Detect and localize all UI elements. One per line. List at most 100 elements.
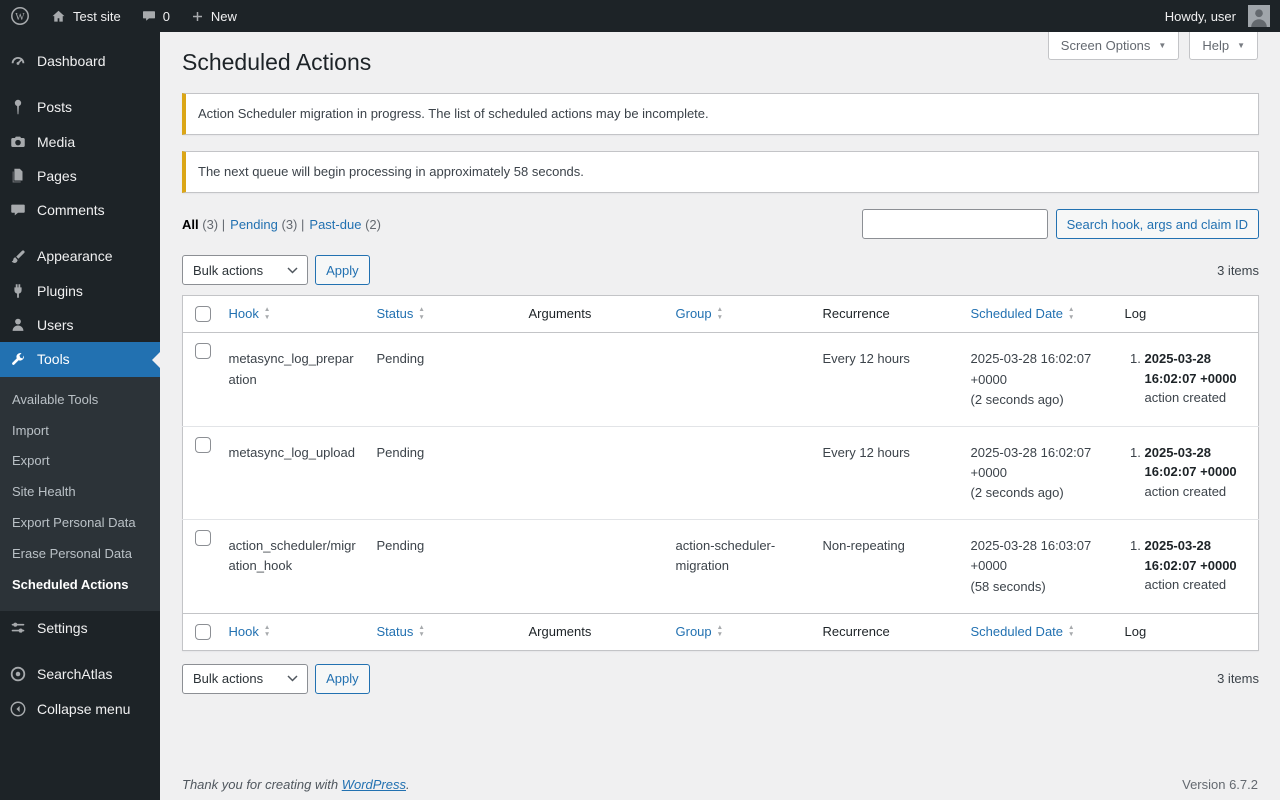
sort-scheduled-date-link[interactable]: Scheduled Date ▲ ▼ [971, 623, 1075, 641]
filter-past-due-link[interactable]: Past-due [309, 217, 361, 232]
row-check-cell [183, 426, 219, 519]
submenu-item-scheduled-actions[interactable]: Scheduled Actions [0, 570, 160, 601]
sidebar-item-media[interactable]: Media [0, 125, 160, 159]
document-icon [8, 166, 28, 186]
row-checkbox[interactable] [195, 343, 211, 360]
svg-text:W: W [15, 12, 25, 23]
sidebar-item-label: Plugins [37, 282, 83, 299]
sidebar-item-users[interactable]: Users [0, 308, 160, 342]
queue-notice-text: The next queue will begin processing in … [198, 164, 584, 180]
recurrence-cell: Non-repeating [822, 538, 905, 554]
my-account-menu[interactable]: Howdy, user [1155, 0, 1280, 32]
sidebar-item-pages[interactable]: Pages [0, 159, 160, 193]
bulk-actions-selected-value: Bulk actions [193, 262, 264, 278]
sidebar-item-searchatlas[interactable]: SearchAtlas [0, 657, 160, 691]
sort-indicator-icon: ▲ ▼ [263, 623, 271, 639]
scheduled-date: 2025-03-28 16:03:07 +0000 [970, 538, 1092, 574]
filter-pending: Pending (3) | [230, 217, 304, 232]
comment-bubble-icon [141, 8, 157, 24]
filter-all-link[interactable]: All [182, 217, 199, 232]
howdy-label: Howdy, user [1164, 8, 1236, 24]
sidebar-item-comments[interactable]: Comments [0, 193, 160, 227]
submenu-item-export[interactable]: Export [0, 446, 160, 477]
column-header-recurrence: Recurrence [812, 612, 961, 651]
submenu-item-erase-personal-data[interactable]: Erase Personal Data [0, 539, 160, 570]
sort-hook-link[interactable]: Hook ▲ ▼ [229, 305, 271, 323]
search-input[interactable] [861, 209, 1048, 240]
column-header-arguments: Arguments [518, 612, 666, 651]
filter-all: All (3) | [182, 217, 225, 232]
search-box: Search hook, args and claim ID [861, 209, 1259, 240]
filter-past-due: Past-due (2) [309, 217, 381, 232]
sliders-icon [8, 618, 28, 638]
sidebar-item-label: Tools [37, 351, 70, 368]
main-content: Screen Options ▼ Help ▼ Scheduled Action… [160, 0, 1280, 800]
wordpress-link[interactable]: WordPress [342, 777, 406, 792]
migration-notice-text: Action Scheduler migration in progress. … [198, 105, 709, 121]
sidebar-item-posts[interactable]: Posts [0, 90, 160, 124]
sidebar-item-appearance[interactable]: Appearance [0, 239, 160, 273]
collapse-menu-button[interactable]: Collapse menu [0, 692, 160, 726]
sort-indicator-icon: ▲ ▼ [418, 306, 425, 321]
row-check-cell [183, 520, 219, 613]
chevron-down-icon [287, 267, 298, 274]
select-all-checkbox[interactable] [195, 623, 211, 640]
row-checkbox[interactable] [195, 530, 211, 547]
sidebar-item-label: Appearance [37, 248, 113, 265]
new-content-menu[interactable]: New [180, 0, 247, 32]
column-header-log: Log [1114, 612, 1259, 651]
submenu-item-import[interactable]: Import [0, 416, 160, 447]
submenu-item-site-health[interactable]: Site Health [0, 477, 160, 508]
chevron-down-icon [287, 675, 298, 682]
submenu-item-export-personal-data[interactable]: Export Personal Data [0, 508, 160, 539]
screen-meta-links: Screen Options ▼ Help ▼ [1047, 32, 1258, 60]
sort-group-link[interactable]: Group ▲ ▼ [676, 623, 724, 641]
apply-button[interactable]: Apply [315, 255, 370, 286]
sidebar-item-plugins[interactable]: Plugins [0, 274, 160, 308]
sidebar-item-label: Pages [37, 167, 77, 184]
comments-menu[interactable]: 0 [131, 0, 180, 32]
sort-scheduled-date-link[interactable]: Scheduled Date ▲ ▼ [971, 305, 1075, 323]
column-header-status: Status ▲ ▼ [366, 295, 519, 334]
submenu-item-available-tools[interactable]: Available Tools [0, 385, 160, 416]
sort-group-link[interactable]: Group ▲ ▼ [676, 305, 724, 323]
sort-status-link[interactable]: Status ▲ ▼ [377, 623, 425, 641]
filter-all-count: (3) [202, 216, 219, 232]
log-entry: 2025-03-28 16:02:07 +0000action created [1145, 349, 1249, 408]
row-checkbox[interactable] [195, 436, 211, 453]
scheduled-actions-table: Hook ▲ ▼ Status ▲ ▼ Arguments Group ▲ ▼ Recurr… [182, 295, 1259, 651]
sidebar-item-label: Dashboard [37, 53, 106, 69]
select-all-cell [182, 612, 219, 651]
status-filters: All (3) | Pending (3) | Past-due (2) [182, 217, 381, 232]
help-button[interactable]: Help ▼ [1189, 32, 1258, 60]
sort-indicator-icon: ▲ ▼ [418, 623, 425, 639]
sidebar-item-dashboard[interactable]: Dashboard [0, 44, 160, 78]
sidebar-item-label: Comments [37, 202, 105, 219]
hook-cell: metasync_log_upload [228, 444, 355, 460]
sidebar-item-settings[interactable]: Settings [0, 611, 160, 645]
bulk-actions-select[interactable]: Bulk actions [182, 663, 309, 694]
sort-status-link[interactable]: Status ▲ ▼ [377, 305, 425, 323]
scheduled-date-cell: 2025-03-28 16:02:07 +0000 (2 seconds ago… [961, 333, 1115, 426]
status-cell: Pending [376, 444, 425, 460]
select-all-checkbox[interactable] [195, 306, 211, 323]
scheduled-relative: (2 seconds ago) [970, 391, 1064, 407]
menu-separator [0, 227, 160, 239]
log-entry: 2025-03-28 16:02:07 +0000action created [1145, 443, 1249, 502]
screen-options-button[interactable]: Screen Options ▼ [1047, 32, 1180, 60]
apply-button[interactable]: Apply [315, 663, 370, 694]
sidebar-item-tools[interactable]: Tools [0, 342, 160, 377]
queue-notice: The next queue will begin processing in … [182, 151, 1259, 194]
log-cell: 2025-03-28 16:02:07 +0000action created [1115, 426, 1259, 519]
sort-hook-link[interactable]: Hook ▲ ▼ [229, 623, 271, 641]
bulk-actions-select[interactable]: Bulk actions [182, 255, 309, 286]
column-header-hook: Hook ▲ ▼ [218, 295, 367, 334]
admin-sidebar: Dashboard Posts Media Pages Comments App… [0, 32, 160, 800]
wp-logo-menu[interactable]: W [0, 0, 40, 32]
column-header-group: Group ▲ ▼ [665, 612, 813, 651]
filter-pending-link[interactable]: Pending [230, 217, 278, 232]
scheduled-date: 2025-03-28 16:02:07 +0000 [970, 444, 1092, 481]
site-name-menu[interactable]: Test site [40, 0, 131, 32]
column-header-log: Log [1114, 295, 1259, 334]
search-button[interactable]: Search hook, args and claim ID [1055, 209, 1259, 240]
